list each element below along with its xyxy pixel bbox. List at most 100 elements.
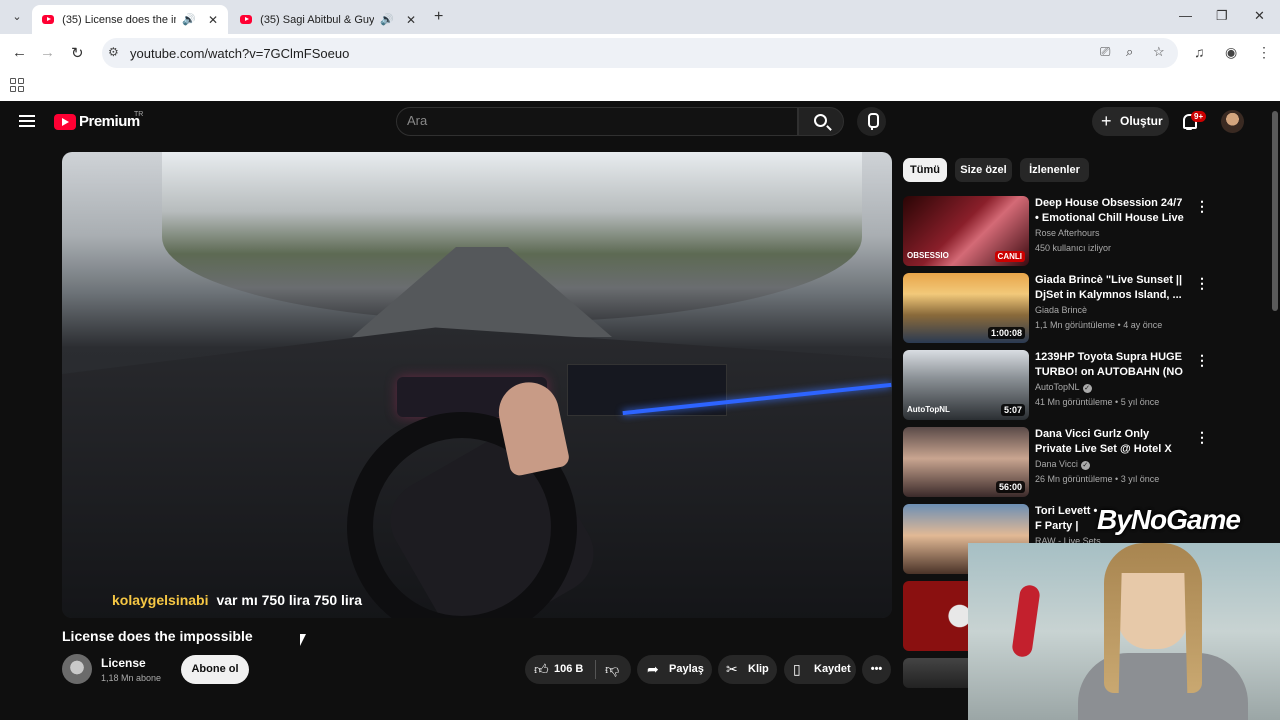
scissors-icon: ✂ xyxy=(726,661,738,677)
share-icon: ➦ xyxy=(647,661,659,677)
more-horizontal-icon: ••• xyxy=(870,663,883,675)
scrollbar-thumb[interactable] xyxy=(1272,111,1278,311)
recommendation-channel[interactable]: Dana Vicci ✓ xyxy=(1035,459,1090,470)
thumbnail-text: AutoTopNL xyxy=(907,405,950,414)
back-icon[interactable]: ← xyxy=(12,44,27,61)
hamburger-menu-icon[interactable] xyxy=(19,115,35,127)
microphone-object xyxy=(1011,583,1041,659)
recommendation-meta: 41 Mn görüntüleme • 5 yıl önce xyxy=(1035,397,1160,407)
apps-grid-icon[interactable] xyxy=(10,78,24,92)
youtube-header: Premium TR + Oluştur 9+ xyxy=(0,101,1270,143)
logo-text: Premium xyxy=(79,113,140,130)
close-tab-icon[interactable]: ✕ xyxy=(406,13,416,27)
navigation-bar: ← → ↻ ⚙ youtube.com/watch?v=7GClmFSoeuo … xyxy=(0,34,1280,72)
streamer-watermark: ByNoGame xyxy=(1097,504,1241,535)
bookmark-star-icon[interactable]: ☆ xyxy=(1153,44,1165,60)
more-options-icon[interactable]: ⋮ xyxy=(1195,352,1209,369)
recommendation-title[interactable]: Deep House Obsession 24/7 • Emotional Ch… xyxy=(1035,196,1185,226)
recommendation-channel[interactable]: Giada Brincè xyxy=(1035,305,1087,315)
recommendation-meta: 450 kullanıcı izliyor xyxy=(1035,243,1112,253)
live-badge: CANLI xyxy=(994,251,1025,262)
close-tab-icon[interactable]: ✕ xyxy=(208,13,218,27)
menu-kebab-icon[interactable]: ⋮ xyxy=(1257,44,1271,61)
channel-name[interactable]: License xyxy=(101,656,146,670)
chat-overlay: kolaygelsinabi var mı 750 lira 750 lira xyxy=(112,592,362,608)
share-label: Paylaş xyxy=(669,663,704,675)
like-divider xyxy=(595,660,596,679)
dislike-icon[interactable]: 👎︎ xyxy=(605,655,619,684)
maximize-icon[interactable]: ❐ xyxy=(1216,8,1228,24)
tab-search-icon[interactable]: ⌄ xyxy=(8,8,26,26)
recommendation-meta: 1,1 Mn görüntüleme • 4 ay önce xyxy=(1035,320,1163,330)
recommendation-channel[interactable]: Rose Afterhours xyxy=(1035,228,1100,238)
chat-username: kolaygelsinabi xyxy=(112,592,209,608)
verified-icon: ✓ xyxy=(1080,461,1090,470)
video-player[interactable]: kolaygelsinabi var mı 750 lira 750 lira xyxy=(62,152,892,618)
speaker-icon[interactable]: 🔊 xyxy=(182,13,196,26)
search-input[interactable] xyxy=(407,113,787,128)
youtube-favicon-icon xyxy=(42,15,55,24)
youtube-premium-logo[interactable]: Premium TR xyxy=(54,111,143,130)
youtube-play-icon xyxy=(54,113,76,130)
search-box xyxy=(396,107,798,136)
reload-icon[interactable]: ↻ xyxy=(71,44,84,62)
video-thumbnail[interactable]: OBSESSIO CANLI xyxy=(903,196,1029,266)
recommendation-title[interactable]: Dana Vicci Gurlz Only Private Live Set @… xyxy=(1035,427,1185,457)
subscribe-button[interactable]: Abone ol xyxy=(181,655,249,684)
chip-watched[interactable]: İzlenenler xyxy=(1020,158,1089,182)
channel-subscribers: 1,18 Mn abone xyxy=(101,673,162,683)
tab-title: (35) Sagi Abitbul & Guy Ha xyxy=(260,13,375,26)
video-thumbnail[interactable]: AutoTopNL 5:07 xyxy=(903,350,1029,420)
youtube-favicon-icon xyxy=(240,15,253,24)
recommendation-title[interactable]: Tori Levett • F Party | Melod xyxy=(1035,504,1105,534)
chip-for-you[interactable]: Size özel xyxy=(955,158,1012,182)
minimize-icon[interactable]: — xyxy=(1179,8,1192,23)
verified-icon: ✓ xyxy=(1082,384,1092,393)
zoom-icon[interactable]: ⌕ xyxy=(1126,44,1133,60)
voice-search-icon[interactable] xyxy=(857,107,886,136)
channel-avatar[interactable] xyxy=(62,654,92,684)
like-icon[interactable]: 👍︎ xyxy=(534,655,549,684)
user-avatar[interactable] xyxy=(1221,110,1244,133)
create-button[interactable]: + Oluştur xyxy=(1092,107,1169,136)
clip-button[interactable]: ✂ Klip xyxy=(718,655,777,684)
notification-badge: 9+ xyxy=(1191,111,1207,122)
video-thumbnail[interactable]: 1:00:08 xyxy=(903,273,1029,343)
recommendation-item[interactable]: 1:00:08 Giada Brincè "Live Sunset || DjS… xyxy=(903,273,1209,343)
site-info-icon[interactable]: ⚙ xyxy=(108,45,119,59)
share-button[interactable]: ➦ Paylaş xyxy=(637,655,712,684)
forward-icon[interactable]: → xyxy=(40,44,55,61)
tab-license[interactable]: (35) License does the impo 🔊 ✕ xyxy=(32,5,228,34)
more-options-icon[interactable]: ⋮ xyxy=(1195,198,1209,215)
search-icon xyxy=(814,114,827,127)
like-count[interactable]: 106 B xyxy=(554,655,583,684)
search-button[interactable] xyxy=(798,107,844,136)
more-actions-button[interactable]: ••• xyxy=(862,655,891,684)
save-button[interactable]: ▯ Kaydet xyxy=(784,655,856,684)
profile-icon[interactable]: ◉ xyxy=(1225,44,1237,61)
recommendation-channel[interactable]: AutoTopNL ✓ xyxy=(1035,382,1092,393)
address-bar[interactable]: ⚙ youtube.com/watch?v=7GClmFSoeuo ⎚ ⌕ ☆ xyxy=(102,38,1178,68)
media-control-icon[interactable]: ♫ xyxy=(1194,44,1205,60)
close-window-icon[interactable]: ✕ xyxy=(1254,8,1265,24)
video-thumbnail[interactable]: 56:00 xyxy=(903,427,1029,497)
recommendation-item[interactable]: AutoTopNL 5:07 1239HP Toyota Supra HUGE … xyxy=(903,350,1209,420)
more-options-icon[interactable]: ⋮ xyxy=(1195,429,1209,446)
clip-label: Klip xyxy=(748,663,769,675)
recommendation-title[interactable]: Giada Brincè "Live Sunset || DjSet in Ka… xyxy=(1035,273,1185,303)
mouse-cursor-icon xyxy=(300,634,312,646)
create-label: Oluştur xyxy=(1120,114,1163,128)
chip-all[interactable]: Tümü xyxy=(903,158,947,182)
recommendation-item[interactable]: 56:00 Dana Vicci Gurlz Only Private Live… xyxy=(903,427,1209,497)
recommendation-item[interactable]: OBSESSIO CANLI Deep House Obsession 24/7… xyxy=(903,196,1209,266)
recommendation-title[interactable]: 1239HP Toyota Supra HUGE TURBO! on AUTOB… xyxy=(1035,350,1185,380)
more-options-icon[interactable]: ⋮ xyxy=(1195,275,1209,292)
tab-title: (35) License does the impo xyxy=(62,13,176,26)
video-title: License does the impossible xyxy=(62,628,253,644)
thumbnail-text: OBSESSIO xyxy=(907,251,949,260)
install-icon[interactable]: ⎚ xyxy=(1100,44,1110,60)
tab-sagi-abitbul[interactable]: (35) Sagi Abitbul & Guy Ha 🔊 ✕ xyxy=(230,5,426,34)
speaker-icon[interactable]: 🔊 xyxy=(380,13,394,26)
browser-chrome: ⌄ (35) License does the impo 🔊 ✕ (35) Sa… xyxy=(0,0,1280,101)
new-tab-icon[interactable]: + xyxy=(434,8,443,26)
